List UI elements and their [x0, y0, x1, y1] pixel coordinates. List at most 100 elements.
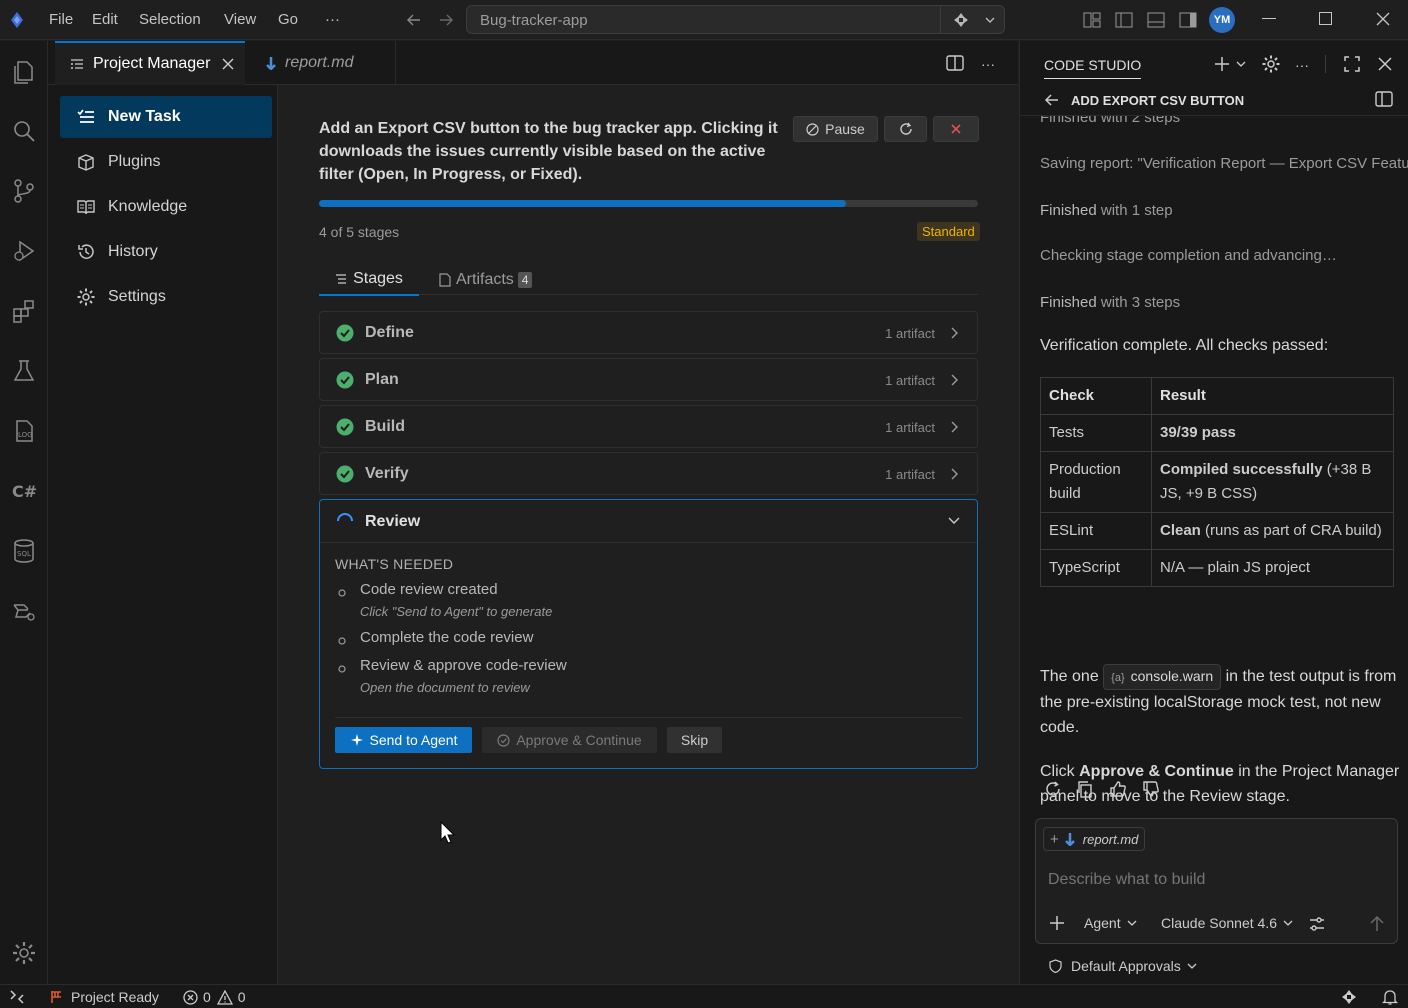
tab-label: Project Manager: [93, 55, 211, 72]
history-icon: [78, 244, 94, 259]
project-status[interactable]: Project Ready: [50, 989, 159, 1005]
tab-stages-label: Stages: [353, 269, 403, 287]
nav-plugins[interactable]: Plugins: [60, 141, 272, 183]
more-actions-icon[interactable]: ···: [1295, 57, 1309, 73]
menu-view[interactable]: View: [224, 11, 256, 28]
manage-gear-icon[interactable]: [8, 937, 40, 969]
tab-stages[interactable]: Stages: [319, 263, 419, 296]
inline-code-reference[interactable]: {a} console.warn: [1103, 664, 1222, 690]
testing-flask-icon[interactable]: [8, 355, 40, 387]
close-panel-icon[interactable]: [1378, 57, 1392, 71]
approvals-label: Default Approvals: [1071, 958, 1181, 974]
send-arrow-icon[interactable]: [1369, 915, 1385, 933]
stage-plan[interactable]: Plan 1 artifact: [319, 358, 978, 401]
add-plus-icon[interactable]: [1048, 914, 1066, 932]
copilot-status-icon[interactable]: [1340, 988, 1358, 1006]
chat-prompt-input[interactable]: [1048, 869, 1378, 891]
minimize-icon[interactable]: [1262, 18, 1276, 19]
approvals-dropdown[interactable]: Default Approvals: [1049, 958, 1197, 974]
cancel-task-button[interactable]: [933, 116, 979, 142]
add-context-icon[interactable]: +: [1050, 831, 1059, 848]
search-icon[interactable]: [8, 115, 40, 147]
tab-report-md[interactable]: report.md: [246, 41, 396, 85]
sql-database-icon[interactable]: SQL: [8, 535, 40, 567]
review-header[interactable]: Review: [320, 500, 977, 543]
command-center-search[interactable]: Bug-tracker-app: [466, 5, 1005, 34]
back-arrow-icon[interactable]: [1044, 92, 1060, 108]
send-to-agent-button[interactable]: Send to Agent: [335, 727, 472, 753]
copy-icon[interactable]: [1076, 780, 1094, 798]
tools-sliders-icon[interactable]: [1308, 915, 1326, 933]
extensions-icon[interactable]: [8, 295, 40, 327]
more-actions-icon[interactable]: ···: [981, 56, 995, 72]
attachment-chip[interactable]: + report.md: [1043, 827, 1146, 851]
new-chat-plus-icon[interactable]: [1213, 55, 1231, 73]
close-window-icon[interactable]: [1376, 12, 1390, 26]
thumbs-up-icon[interactable]: [1109, 780, 1127, 798]
menu-selection[interactable]: Selection: [139, 11, 201, 28]
nav-settings[interactable]: Settings: [60, 276, 272, 318]
stage-define[interactable]: Define 1 artifact: [319, 311, 978, 354]
back-arrow-icon[interactable]: [405, 11, 423, 29]
toggle-secondary-sidebar-icon[interactable]: [1178, 10, 1198, 30]
maximize-icon[interactable]: [1319, 12, 1332, 25]
menu-edit[interactable]: Edit: [92, 11, 118, 28]
notifications-bell-icon[interactable]: [1382, 988, 1398, 1006]
restart-button[interactable]: [884, 116, 927, 142]
forward-arrow-icon[interactable]: [437, 11, 455, 29]
problems-indicator[interactable]: 0 0: [183, 989, 246, 1005]
stage-verify[interactable]: Verify 1 artifact: [319, 452, 978, 495]
nav-new-task[interactable]: New Task: [60, 96, 272, 138]
markdown-file-icon: [266, 56, 276, 70]
nav-history[interactable]: History: [60, 231, 272, 273]
menu-go[interactable]: Go: [278, 11, 298, 28]
note-text: Click: [1040, 763, 1080, 780]
approve-continue-button[interactable]: Approve & Continue: [482, 727, 657, 753]
toggle-panel-icon[interactable]: [1146, 10, 1166, 30]
maximize-panel-icon[interactable]: [1343, 55, 1361, 73]
toggle-primary-sidebar-icon[interactable]: [1114, 10, 1134, 30]
log-steps: with 1 step: [1100, 202, 1173, 219]
task-view: Add an Export CSV button to the bug trac…: [279, 85, 1018, 984]
close-tab-icon[interactable]: [222, 58, 234, 70]
stage-build[interactable]: Build 1 artifact: [319, 405, 978, 448]
skip-button[interactable]: Skip: [667, 727, 722, 753]
requirement-title: Complete the code review: [360, 629, 534, 646]
model-dropdown[interactable]: Claude Sonnet 4.6: [1161, 915, 1293, 931]
bullet-circle-icon: [338, 665, 346, 673]
stage-name: Review: [365, 513, 421, 530]
toggle-sidebar-icon[interactable]: [1375, 90, 1393, 108]
remote-icon[interactable]: [9, 989, 25, 1005]
note-bold: Approve & Continue: [1079, 763, 1234, 780]
plan-badge: Standard: [917, 222, 980, 241]
source-control-icon[interactable]: [8, 175, 40, 207]
chevron-down-icon[interactable]: [984, 14, 996, 26]
tab-project-manager[interactable]: Project Manager: [55, 41, 245, 85]
menu-more[interactable]: ···: [325, 11, 340, 28]
copilot-icon[interactable]: [952, 11, 970, 29]
artifact-count-badge: 4: [517, 271, 533, 288]
customize-layout-icon[interactable]: [1082, 10, 1102, 30]
warning-count: 0: [237, 989, 246, 1005]
nav-label: Settings: [108, 288, 166, 305]
explorer-icon[interactable]: [8, 55, 40, 87]
settings-gear-icon[interactable]: [1261, 54, 1281, 74]
account-avatar[interactable]: YM: [1209, 7, 1235, 33]
check-result: 39/39 pass: [1151, 414, 1394, 452]
split-editor-icon[interactable]: [946, 54, 964, 72]
mode-dropdown[interactable]: Agent: [1084, 915, 1137, 931]
retry-icon[interactable]: [1044, 780, 1062, 798]
pause-icon: [806, 122, 819, 136]
csharp-icon[interactable]: C#: [8, 475, 40, 507]
menu-file[interactable]: File: [49, 11, 73, 28]
log-icon[interactable]: LOG: [8, 415, 40, 447]
thumbs-down-icon[interactable]: [1142, 780, 1160, 798]
chevron-right-icon: [951, 421, 958, 433]
pause-button[interactable]: Pause: [793, 116, 878, 142]
remote-tree-icon[interactable]: [8, 595, 40, 627]
list-icon: [336, 273, 347, 284]
tab-artifacts[interactable]: Artifacts 4: [439, 263, 533, 296]
run-debug-icon[interactable]: [8, 235, 40, 267]
nav-knowledge[interactable]: Knowledge: [60, 186, 272, 228]
chevron-down-icon[interactable]: [1236, 59, 1246, 69]
